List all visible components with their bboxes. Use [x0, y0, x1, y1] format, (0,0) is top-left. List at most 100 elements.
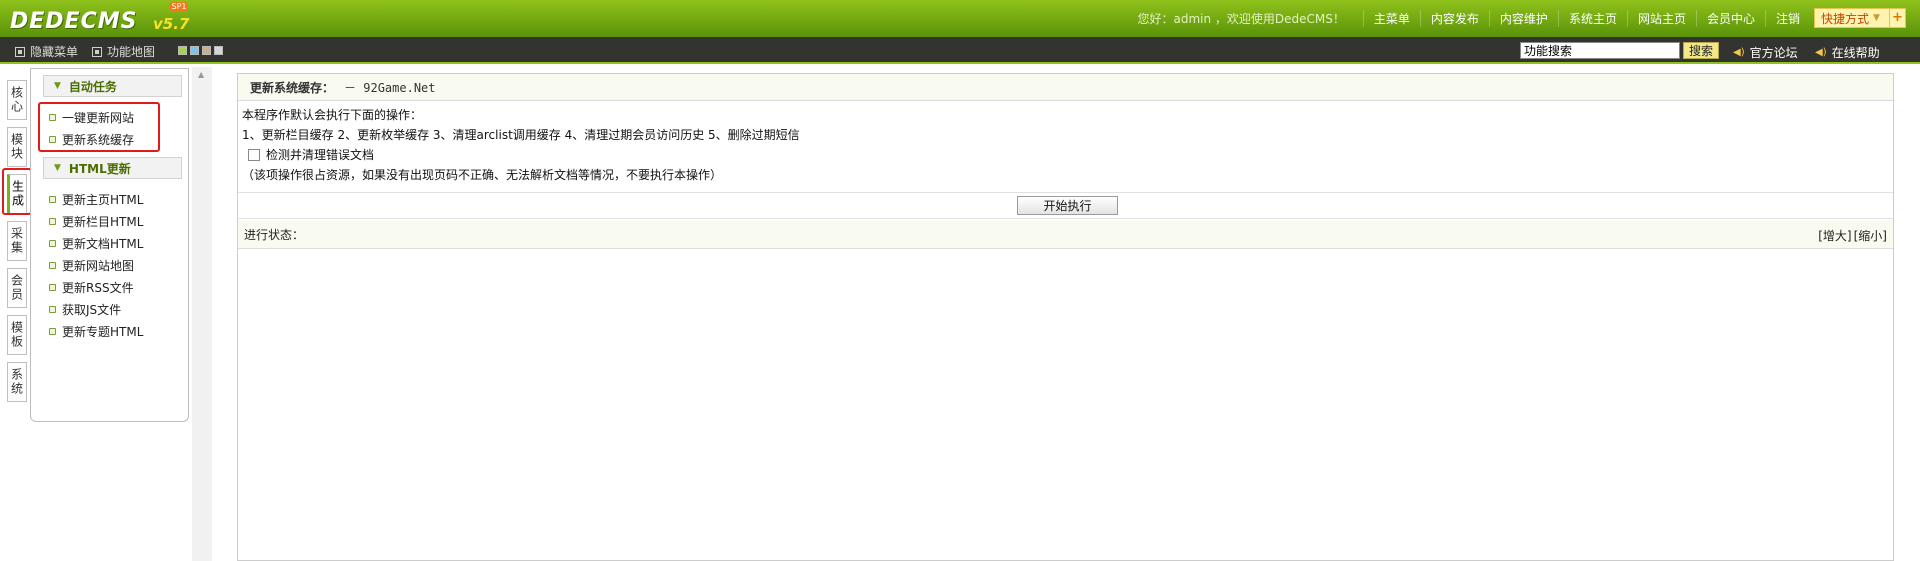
page-title: 更新系统缓存：: [250, 80, 335, 95]
collapse-arrow-icon: ▼: [54, 81, 61, 91]
tab-generate[interactable]: 生成: [7, 174, 27, 214]
menu-group-html-update[interactable]: ▼ HTML更新: [43, 157, 182, 179]
function-map-button[interactable]: 功能地图: [92, 43, 155, 60]
cleanup-checkbox[interactable]: [248, 149, 260, 161]
quick-access-label: 快捷方式: [1821, 11, 1870, 26]
action-row: 开始执行: [238, 192, 1893, 219]
auto-tasks-list: 一键更新网站 更新系统缓存: [49, 106, 134, 150]
menu-item-update-doc-html[interactable]: 更新文档HTML: [49, 232, 143, 254]
nav-member-center[interactable]: 会员中心: [1695, 10, 1765, 27]
page-title-bar: 更新系统缓存： － 92Game.Net: [238, 74, 1893, 101]
bullet-icon: [49, 239, 56, 247]
bullet-icon: [49, 217, 56, 225]
menu-item-label: 更新RSS文件: [62, 280, 134, 295]
hide-menu-button[interactable]: 隐藏菜单: [15, 43, 78, 60]
nav-system-home[interactable]: 系统主页: [1557, 10, 1627, 27]
skin-swatch-gray[interactable]: [214, 46, 223, 55]
warning-note: （该项操作很占资源，如果没有出现页码不正确、无法解析文档等情况，不要执行本操作）: [242, 168, 723, 182]
menu-item-label: 更新专题HTML: [62, 324, 144, 339]
logo-badge: SP1: [170, 2, 188, 12]
menu-item-update-cache[interactable]: 更新系统缓存: [49, 128, 134, 150]
scroll-up-icon[interactable]: ▲: [198, 70, 204, 79]
toolbar: 隐藏菜单 功能地图 搜索 ◀) 官方论坛 ◀) 在线帮助: [0, 37, 1920, 64]
tab-templates[interactable]: 模板: [7, 315, 27, 355]
bullet-icon: [49, 195, 56, 203]
start-button[interactable]: 开始执行: [1017, 196, 1118, 215]
bullet-icon: [49, 327, 56, 335]
nav-main-menu[interactable]: 主菜单: [1362, 10, 1420, 27]
online-help-label: 在线帮助: [1831, 46, 1880, 60]
menu-scroll-gutter[interactable]: ▲: [192, 67, 212, 561]
site-name: － 92Game.Net: [344, 80, 436, 95]
greeting-text: 您好：admin ，欢迎使用DedeCMS！: [1137, 12, 1345, 26]
hide-menu-icon: [15, 46, 25, 57]
bullet-icon: [49, 305, 56, 313]
search-button[interactable]: 搜索: [1683, 42, 1719, 59]
hide-menu-label: 隐藏菜单: [30, 45, 79, 59]
nav-logout[interactable]: 注销: [1764, 10, 1810, 27]
status-bar: 进行状态： [增大] [缩小]: [238, 220, 1893, 249]
tab-members[interactable]: 会员: [7, 268, 27, 308]
grid-icon: [92, 46, 102, 57]
logo-version: v5.7: [153, 15, 190, 33]
menu-item-update-site[interactable]: 一键更新网站: [49, 106, 134, 128]
menu-item-update-rss[interactable]: 更新RSS文件: [49, 276, 143, 298]
chevron-down-icon: ▼: [1873, 13, 1880, 23]
tab-core[interactable]: 核心: [7, 80, 27, 120]
menu-group-title: 自动任务: [68, 79, 117, 94]
bullet-icon: [49, 283, 56, 291]
official-forum-label: 官方论坛: [1749, 46, 1798, 60]
zoom-controls: [增大] [缩小]: [1818, 227, 1887, 244]
description-block: 本程序作默认会执行下面的操作： 1、更新栏目缓存 2、更新枚举缓存 3、清理ar…: [238, 101, 1893, 185]
menu-group-title: HTML更新: [68, 161, 131, 176]
html-update-list: 更新主页HTML 更新栏目HTML 更新文档HTML 更新网站地图 更新RSS文…: [49, 188, 143, 342]
tab-modules[interactable]: 模块: [7, 127, 27, 167]
tab-system[interactable]: 系统: [7, 362, 27, 402]
menu-item-get-js[interactable]: 获取JS文件: [49, 298, 143, 320]
cleanup-checkbox-label: 检测并清理错误文档: [266, 148, 375, 162]
quick-access-dropdown[interactable]: 快捷方式 ▼ +: [1814, 8, 1906, 28]
status-label: 进行状态：: [244, 227, 305, 242]
operations-text: 1、更新栏目缓存 2、更新枚举缓存 3、清理arclist调用缓存 4、清理过期…: [242, 128, 800, 142]
top-header: DEDECMS v5.7 SP1 您好：admin ，欢迎使用DedeCMS！ …: [0, 0, 1920, 37]
bullet-icon: [49, 135, 56, 143]
function-map-label: 功能地图: [107, 45, 156, 59]
menu-item-label: 一键更新网站: [62, 110, 135, 125]
main-content: 更新系统缓存： － 92Game.Net 本程序作默认会执行下面的操作： 1、更…: [237, 73, 1894, 561]
zoom-out-button[interactable]: [缩小]: [1854, 227, 1887, 244]
nav-content-maintain[interactable]: 内容维护: [1488, 10, 1558, 27]
bullet-icon: [49, 113, 56, 121]
tab-collect[interactable]: 采集: [7, 221, 27, 261]
add-shortcut-button[interactable]: +: [1889, 9, 1905, 27]
speaker-icon: ◀): [1815, 47, 1827, 58]
logo-text: DEDECMS: [10, 9, 138, 34]
menu-item-label: 更新文档HTML: [62, 236, 144, 251]
menu-item-update-home-html[interactable]: 更新主页HTML: [49, 188, 143, 210]
menu-item-label: 更新系统缓存: [62, 132, 135, 147]
menu-item-update-topic-html[interactable]: 更新专题HTML: [49, 320, 143, 342]
menu-item-update-column-html[interactable]: 更新栏目HTML: [49, 210, 143, 232]
sidebar-menu: ▼ 自动任务 一键更新网站 更新系统缓存 ▼ HTML更新 更新主页HTML 更…: [30, 68, 189, 422]
menu-item-label: 更新主页HTML: [62, 192, 144, 207]
skin-swatch-brown[interactable]: [202, 46, 211, 55]
skin-swatch-blue[interactable]: [190, 46, 199, 55]
menu-group-auto-tasks[interactable]: ▼ 自动任务: [43, 75, 182, 97]
menu-item-update-sitemap[interactable]: 更新网站地图: [49, 254, 143, 276]
function-search-input[interactable]: [1520, 42, 1680, 59]
collapse-arrow-icon: ▼: [54, 163, 61, 173]
skin-swatches: [178, 46, 223, 55]
skin-swatch-green[interactable]: [178, 46, 187, 55]
online-help-link[interactable]: ◀) 在线帮助: [1815, 44, 1880, 61]
official-forum-link[interactable]: ◀) 官方论坛: [1733, 44, 1798, 61]
nav-site-home[interactable]: 网站主页: [1626, 10, 1696, 27]
menu-item-label: 更新栏目HTML: [62, 214, 144, 229]
module-tabs: 核心 模块 生成 采集 会员 模板 系统: [7, 80, 29, 409]
cleanup-option[interactable]: 检测并清理错误文档: [242, 145, 1889, 165]
menu-item-label: 更新网站地图: [62, 258, 135, 273]
menu-item-label: 获取JS文件: [62, 302, 122, 317]
intro-text: 本程序作默认会执行下面的操作：: [242, 108, 423, 122]
top-nav: 您好：admin ，欢迎使用DedeCMS！ 主菜单 内容发布 内容维护 系统主…: [1138, 0, 1811, 37]
zoom-in-button[interactable]: [增大]: [1818, 227, 1851, 244]
bullet-icon: [49, 261, 56, 269]
nav-content-publish[interactable]: 内容发布: [1419, 10, 1489, 27]
